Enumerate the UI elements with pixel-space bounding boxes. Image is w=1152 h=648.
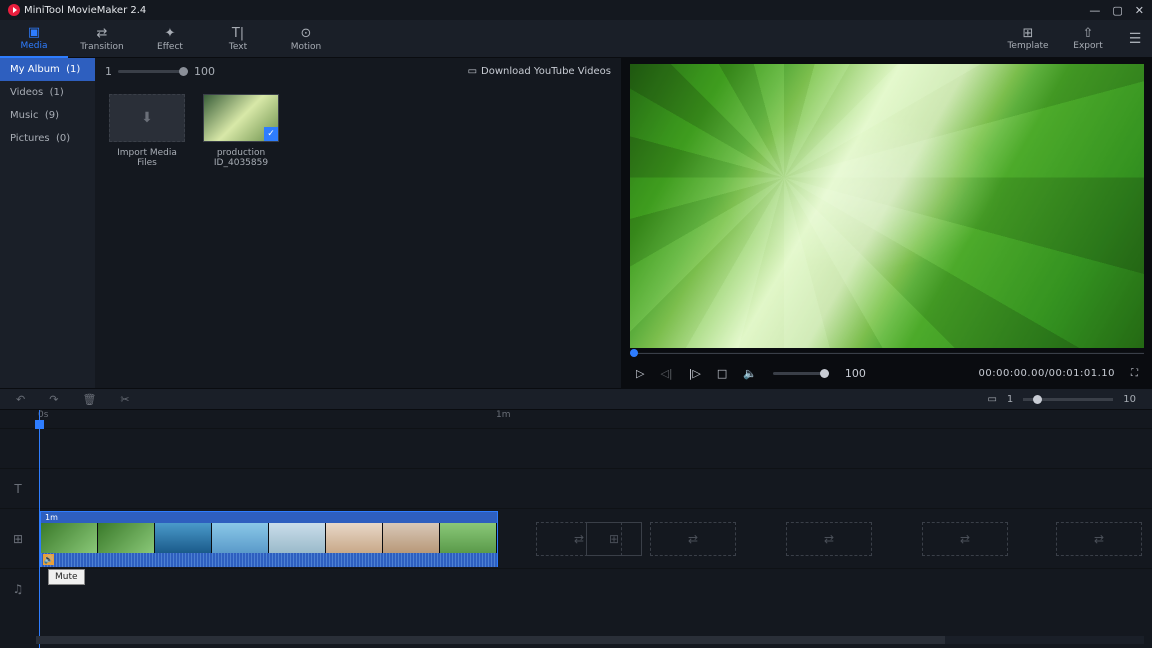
download-youtube-button[interactable]: ▭ Download YouTube Videos	[468, 66, 611, 77]
video-track[interactable]: ⊞ 1m 🔊 ⇄ ⊞ ⇄ ⇄ ⇄ ⇄	[0, 508, 1152, 568]
maximize-icon[interactable]: ▢	[1112, 4, 1122, 17]
empty-slot[interactable]: ⊞	[586, 522, 642, 556]
timeline-scrollbar[interactable]	[36, 636, 1144, 644]
timeline-zoom-min: 1	[1007, 394, 1013, 405]
close-icon[interactable]: ✕	[1135, 4, 1144, 17]
tab-transition[interactable]: ⇄ Transition	[68, 20, 136, 58]
time-display: 00:00:00.00/00:01:01.10	[979, 368, 1116, 379]
export-icon: ⇧	[1083, 26, 1094, 41]
sidebar-count: (1)	[66, 64, 80, 75]
video-track-icon: ⊞	[0, 532, 36, 546]
tab-motion[interactable]: ⊙ Motion	[272, 20, 340, 58]
preview-progress[interactable]	[630, 348, 1144, 358]
sidebar-label: Pictures	[10, 133, 50, 144]
minimize-icon[interactable]: —	[1089, 4, 1100, 17]
media-panel: 1 100 ▭ Download YouTube Videos ⬇ Import…	[95, 58, 622, 388]
redo-button[interactable]: ↷	[49, 393, 58, 406]
sidebar-item-videos[interactable]: Videos (1)	[0, 81, 95, 104]
tab-media[interactable]: ▣ Media	[0, 20, 68, 58]
clip-duration: 1m	[45, 513, 58, 522]
empty-slot[interactable]: ⇄	[786, 522, 872, 556]
volume-slider[interactable]	[773, 372, 829, 375]
sidebar-item-pictures[interactable]: Pictures (0)	[0, 127, 95, 150]
tab-media-label: Media	[20, 41, 47, 51]
volume-value: 100	[845, 367, 866, 380]
template-button[interactable]: ⊞ Template	[998, 26, 1058, 51]
export-button[interactable]: ⇧ Export	[1058, 26, 1118, 51]
split-button[interactable]: ✂	[120, 393, 129, 406]
tab-motion-label: Motion	[291, 42, 322, 52]
titlebar: MiniTool MovieMaker 2.4 — ▢ ✕	[0, 0, 1152, 20]
timeline-ruler[interactable]: 0s 1m	[36, 410, 1152, 424]
download-label: Download YouTube Videos	[481, 66, 611, 77]
prev-frame-button[interactable]: ◁|	[660, 367, 672, 380]
media-clip[interactable]: ✓ production ID_4035859	[203, 94, 279, 168]
editbar: ↶ ↷ 🗑 ✂ ▭ 1 10	[0, 388, 1152, 410]
motion-icon: ⊙	[301, 26, 312, 41]
sidebar-count: (0)	[56, 133, 70, 144]
sidebar-label: Videos	[10, 87, 43, 98]
import-media-button[interactable]: ⬇ Import Media Files	[109, 94, 185, 168]
zoom-max: 100	[194, 65, 215, 78]
template-icon: ⊞	[1023, 26, 1034, 41]
fit-icon[interactable]: ▭	[987, 394, 996, 405]
clip-name: production ID_4035859	[203, 148, 279, 168]
clip-audio-waveform	[41, 553, 497, 567]
transition-icon: ⇄	[97, 26, 108, 41]
empty-slot[interactable]: ⇄	[1056, 522, 1142, 556]
timeline-zoom-max: 10	[1123, 394, 1136, 405]
next-frame-button[interactable]: |▷	[689, 367, 701, 380]
tab-effect-label: Effect	[157, 42, 183, 52]
timeline-zoom-slider[interactable]	[1023, 398, 1113, 401]
import-label: Import Media Files	[109, 148, 185, 168]
check-icon: ✓	[264, 127, 278, 141]
tab-text[interactable]: T| Text	[204, 20, 272, 58]
stop-button[interactable]: □	[717, 367, 727, 380]
audio-track[interactable]: ♫	[0, 568, 1152, 608]
text-track[interactable]: T	[0, 468, 1152, 508]
timeline-clip[interactable]: 1m 🔊	[40, 511, 498, 567]
volume-icon[interactable]: 🔈	[743, 367, 757, 380]
fullscreen-button[interactable]: ⛶	[1131, 368, 1138, 379]
mute-toggle[interactable]: 🔊	[43, 554, 54, 565]
play-button[interactable]: ▷	[636, 367, 644, 380]
import-icon: ⬇	[141, 110, 153, 126]
empty-slot[interactable]: ⇄	[922, 522, 1008, 556]
timeline: 0s 1m T ⊞ 1m 🔊 ⇄ ⊞ ⇄ ⇄ ⇄ ⇄ ♫ M	[0, 410, 1152, 648]
effect-icon: ✦	[165, 26, 176, 41]
delete-button[interactable]: 🗑	[82, 393, 96, 406]
export-label: Export	[1073, 41, 1102, 51]
preview-screen[interactable]	[630, 64, 1144, 348]
sidebar-count: (1)	[50, 87, 64, 98]
app-title: MiniTool MovieMaker 2.4	[24, 5, 146, 16]
sidebar-count: (9)	[45, 110, 59, 121]
preview-panel: ▷ ◁| |▷ □ 🔈 100 00:00:00.00/00:01:01.10 …	[622, 58, 1152, 388]
tab-transition-label: Transition	[80, 42, 124, 52]
tab-text-label: Text	[229, 42, 247, 52]
sidebar: My Album (1) Videos (1) Music (9) Pictur…	[0, 58, 95, 388]
spacer-track	[0, 428, 1152, 468]
sidebar-label: Music	[10, 110, 38, 121]
toolbar: ▣ Media ⇄ Transition ✦ Effect T| Text ⊙ …	[0, 20, 1152, 58]
app-logo	[8, 4, 20, 16]
tab-effect[interactable]: ✦ Effect	[136, 20, 204, 58]
audio-track-icon: ♫	[0, 582, 36, 596]
empty-slot[interactable]: ⇄	[650, 522, 736, 556]
template-label: Template	[1007, 41, 1048, 51]
hamburger-menu[interactable]: ☰	[1118, 31, 1152, 47]
ruler-mark: 1m	[496, 410, 511, 420]
undo-button[interactable]: ↶	[16, 393, 25, 406]
zoom-min: 1	[105, 65, 112, 78]
mute-tooltip: Mute	[48, 569, 85, 585]
text-track-icon: T	[0, 482, 36, 496]
thumbnail-zoom-slider[interactable]	[118, 70, 188, 73]
sidebar-item-music[interactable]: Music (9)	[0, 104, 95, 127]
sidebar-label: My Album	[10, 64, 60, 75]
folder-icon: ▣	[28, 25, 40, 40]
workspace: My Album (1) Videos (1) Music (9) Pictur…	[0, 58, 1152, 388]
text-icon: T|	[232, 26, 244, 41]
sidebar-item-myalbum[interactable]: My Album (1)	[0, 58, 95, 81]
video-icon: ▭	[468, 66, 477, 77]
